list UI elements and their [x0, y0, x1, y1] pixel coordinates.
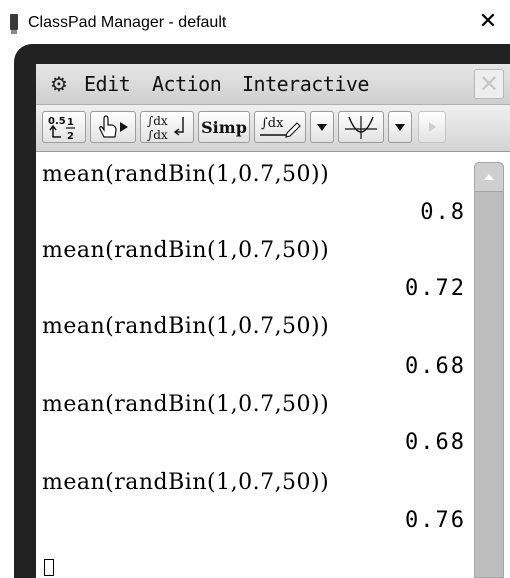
window-titlebar: ClassPad Manager - default ✕: [0, 0, 510, 44]
input-line[interactable]: mean(randBin(1,0.7,50)): [42, 162, 329, 187]
menu-interactive[interactable]: Interactive: [242, 72, 369, 96]
window-title: ClassPad Manager - default: [28, 14, 227, 31]
menu-action[interactable]: Action: [152, 72, 222, 96]
app-close-button[interactable]: ✕: [474, 69, 504, 99]
graph-icon[interactable]: [338, 111, 384, 143]
toolbar-scroll-right-icon[interactable]: [418, 111, 446, 143]
decimal-fraction-toggle-icon[interactable]: 0.5 1 2: [42, 111, 86, 143]
svg-text:∫dx: ∫dx: [147, 128, 168, 142]
output-line: 0.8: [420, 200, 466, 225]
menu-bar: ⚙ Edit Action Interactive ✕: [36, 64, 510, 105]
scroll-up-arrow-icon[interactable]: [475, 163, 503, 192]
svg-text:∫dx: ∫dx: [147, 114, 168, 128]
calculator-screen: ⚙ Edit Action Interactive ✕ 0.5 1 2 ∫dx …: [36, 64, 510, 578]
menu-edit[interactable]: Edit: [84, 72, 131, 96]
simp-button[interactable]: Simp: [198, 111, 250, 143]
output-line: 0.68: [405, 430, 466, 455]
device-frame: ⚙ Edit Action Interactive ✕ 0.5 1 2 ∫dx …: [14, 44, 510, 578]
gear-icon[interactable]: ⚙: [48, 73, 70, 95]
input-line[interactable]: mean(randBin(1,0.7,50)): [42, 238, 329, 263]
integral-compare-icon[interactable]: ∫dx ∫dx: [140, 111, 194, 143]
toolbar: 0.5 1 2 ∫dx ∫dx Simp ∫dx: [36, 105, 510, 152]
svg-text:1: 1: [67, 117, 74, 128]
hand-drag-icon[interactable]: [90, 111, 136, 143]
main-work-area[interactable]: mean(randBin(1,0.7,50)) 0.8 mean(randBin…: [36, 152, 510, 578]
input-line[interactable]: mean(randBin(1,0.7,50)): [42, 392, 329, 417]
output-line: 0.68: [405, 354, 466, 379]
input-line[interactable]: mean(randBin(1,0.7,50)): [42, 314, 329, 339]
dropdown-arrow-icon[interactable]: [310, 111, 334, 143]
output-line: 0.72: [405, 276, 466, 301]
window-close-button[interactable]: ✕: [476, 10, 500, 34]
vertical-scrollbar[interactable]: [474, 162, 504, 578]
text-cursor: [44, 559, 54, 576]
output-line: 0.76: [405, 508, 466, 533]
input-line[interactable]: mean(randBin(1,0.7,50)): [42, 470, 329, 495]
svg-text:0.5: 0.5: [48, 116, 66, 127]
integral-pen-icon[interactable]: ∫dx: [254, 111, 306, 143]
svg-text:2: 2: [67, 131, 74, 141]
classpad-app-icon: [10, 14, 18, 34]
svg-text:∫dx: ∫dx: [261, 116, 284, 131]
dropdown-arrow-icon[interactable]: [388, 111, 412, 143]
